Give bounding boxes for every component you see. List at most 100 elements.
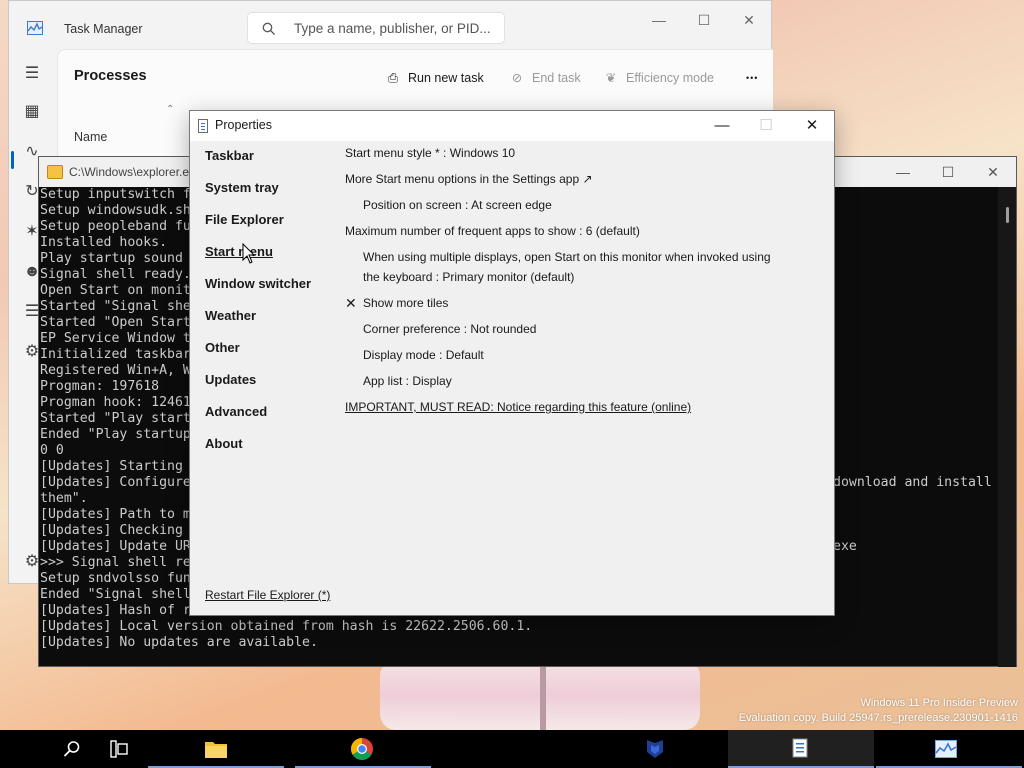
console-line: Initialized taskbar [40, 347, 191, 362]
folder-icon [47, 165, 63, 179]
column-header-name[interactable]: Name [74, 130, 107, 144]
console-line: [Updates] No updates are available. [40, 635, 318, 650]
multi-display-setting[interactable]: When using multiple displays, open Start… [363, 247, 771, 267]
app-list-setting[interactable]: App list : Display [363, 371, 452, 391]
efficiency-mode-label: Efficiency mode [626, 71, 715, 85]
mouse-cursor-icon [242, 243, 256, 264]
console-maximize-button[interactable]: ☐ [926, 161, 970, 183]
corner-preference-setting[interactable]: Corner preference : Not rounded [363, 319, 536, 339]
position-setting[interactable]: Position on screen : At screen edge [363, 195, 552, 215]
run-new-task-label: Run new task [408, 71, 484, 85]
start-menu-style-setting[interactable]: Start menu style * : Windows 10 [345, 143, 515, 163]
nav-item-advanced[interactable]: Advanced [205, 404, 267, 419]
console-line: Setup peopleband fu [40, 219, 191, 234]
max-frequent-apps-setting[interactable]: Maximum number of frequent apps to show … [345, 221, 640, 241]
properties-dialog: Properties — ☐ ✕ Start menu style * : Wi… [189, 110, 835, 616]
console-minimize-button[interactable]: — [881, 161, 925, 183]
nav-item-other[interactable]: Other [205, 340, 240, 355]
selected-indicator [11, 151, 14, 169]
console-line: Setup windowsudk.sh [40, 203, 191, 218]
console-line: Started "Signal she [40, 299, 191, 314]
console-line: [Updates] Update UR [40, 539, 191, 554]
search-placeholder: Type a name, publisher, or PID... [294, 21, 491, 36]
restart-explorer-link[interactable]: Restart File Explorer (*) [205, 588, 330, 602]
build-watermark: Windows 11 Pro Insider Preview Evaluatio… [739, 696, 1018, 726]
watermark-line: Evaluation copy. Build 25947.rs_prerelea… [738, 712, 1018, 724]
properties-app-icon [198, 119, 208, 133]
task-manager-icon[interactable] [935, 740, 957, 758]
properties-app-icon[interactable] [792, 738, 808, 758]
nav-item-system-tray[interactable]: System tray [205, 180, 279, 195]
leaf-icon: ❦ [605, 71, 617, 85]
run-new-task-button[interactable]: ⎙ Run new task [384, 66, 484, 90]
run-task-icon: ⎙ [387, 71, 398, 85]
minimize-button[interactable]: — [699, 113, 745, 139]
console-line: [Updates] Configure [40, 475, 191, 490]
nav-item-window-switcher[interactable]: Window switcher [205, 276, 311, 291]
taskbar [0, 730, 1024, 768]
search-icon [262, 22, 275, 35]
console-line: Open Start on monit [40, 283, 191, 298]
properties-title-bar: Properties — ☐ ✕ [190, 111, 834, 141]
console-line: [Updates] Hash of r [40, 603, 191, 618]
console-line: Play startup sound [40, 251, 183, 266]
file-explorer-icon[interactable] [204, 739, 228, 759]
console-line: Registered Win+A, W [40, 363, 191, 378]
console-close-button[interactable]: ✕ [971, 161, 1015, 183]
efficiency-mode-button[interactable]: ❦ Efficiency mode [602, 66, 714, 90]
task-manager-app-icon [27, 21, 43, 35]
nav-item-start-menu[interactable]: Start menu [205, 244, 273, 259]
close-button[interactable]: ✕ [789, 113, 835, 139]
console-line: Setup inputswitch f [40, 187, 191, 202]
title-bar: Task Manager Type a name, publisher, or … [9, 1, 771, 49]
search-input[interactable]: Type a name, publisher, or PID... [247, 12, 505, 44]
chrome-icon[interactable] [350, 737, 374, 761]
scrollbar-thumb[interactable] [1006, 207, 1009, 223]
search-icon[interactable] [63, 740, 81, 758]
watermark-line: Windows 11 Pro Insider Preview [860, 697, 1018, 709]
window-title: Task Manager [64, 22, 143, 36]
nav-item-weather[interactable]: Weather [205, 308, 256, 323]
important-notice-link[interactable]: IMPORTANT, MUST READ: Notice regarding t… [345, 397, 691, 417]
console-line: Setup sndvolsso fun [40, 571, 191, 586]
nav-item-about[interactable]: About [205, 436, 243, 451]
nav-item-taskbar[interactable]: Taskbar [205, 148, 254, 163]
console-line: Ended "Play startup [40, 427, 191, 442]
task-view-icon[interactable] [110, 740, 130, 758]
multi-display-setting-value[interactable]: the keyboard : Primary monitor (default) [363, 267, 574, 287]
page-title: Processes [74, 68, 147, 84]
maximize-button: ☐ [759, 117, 773, 134]
console-line: Progman: 197618 [40, 379, 160, 394]
maximize-button[interactable]: ☐ [682, 9, 726, 31]
nav-item-updates[interactable]: Updates [205, 372, 256, 387]
processes-icon[interactable]: ▦ [21, 101, 43, 123]
console-line: [Updates] Path to m [40, 507, 191, 522]
show-more-tiles-toggle[interactable]: Show more tiles [363, 293, 448, 313]
end-task-button[interactable]: ⊘ End task [508, 66, 581, 90]
console-scrollbar[interactable] [998, 187, 1016, 667]
console-line-fragment: download and install [833, 475, 992, 490]
checkmark-icon: ✕ [345, 295, 357, 311]
end-task-icon: ⊘ [511, 71, 523, 85]
console-line: Signal shell ready. [40, 267, 191, 282]
nav-item-file-explorer[interactable]: File Explorer [205, 212, 284, 227]
display-mode-setting[interactable]: Display mode : Default [363, 345, 484, 365]
console-line: [Updates] Checking [40, 523, 183, 538]
console-title: C:\Windows\explorer.e [69, 165, 190, 179]
minimize-button[interactable]: — [637, 9, 681, 31]
console-line: Installed hooks. [40, 235, 168, 250]
console-line: 0 0 [40, 443, 64, 458]
console-line-fragment: exe [833, 539, 857, 554]
hamburger-icon[interactable]: ☰ [21, 63, 43, 85]
close-button[interactable]: ✕ [727, 9, 771, 31]
console-line: Ended "Signal shell [40, 587, 191, 602]
console-line: EP Service Window t [40, 331, 191, 346]
wallpaper-shape [540, 664, 546, 730]
more-options-link[interactable]: More Start menu options in the Settings … [345, 169, 593, 189]
ep-setup-icon[interactable] [645, 738, 665, 760]
console-line: [Updates] Local version obtained from ha… [40, 619, 533, 634]
more-options-button[interactable]: ••• [746, 66, 758, 90]
dialog-title: Properties [215, 118, 272, 132]
console-line: [Updates] Starting [40, 459, 183, 474]
console-line: Progman hook: 12461 [40, 395, 191, 410]
